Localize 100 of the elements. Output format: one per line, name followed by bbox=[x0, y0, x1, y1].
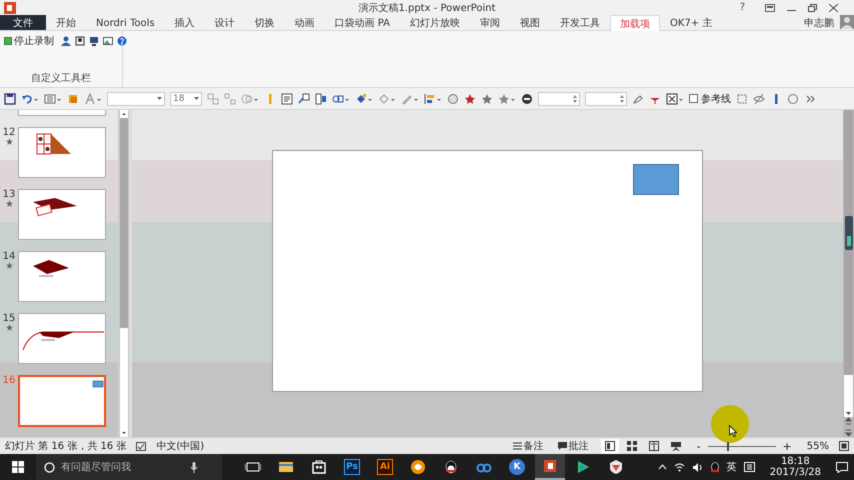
ribbon-tab[interactable]: 开始 bbox=[46, 15, 86, 30]
scroll-down-icon[interactable] bbox=[120, 429, 128, 437]
zoom-in-button[interactable]: + bbox=[780, 438, 794, 454]
ribbon-tab[interactable]: 视图 bbox=[510, 15, 550, 30]
view-button[interactable] bbox=[600, 438, 619, 454]
distribute-icon[interactable] bbox=[424, 92, 442, 104]
star-dropdown-icon[interactable] bbox=[498, 92, 516, 104]
stop-recording-button[interactable]: 停止录制 bbox=[4, 34, 54, 48]
slide-sorter-icon bbox=[626, 441, 637, 451]
save-icon[interactable] bbox=[4, 92, 16, 104]
font-size-field[interactable]: 18 bbox=[170, 92, 202, 106]
slide-thumbnail[interactable] bbox=[18, 110, 106, 116]
circle-icon[interactable] bbox=[447, 92, 459, 104]
taskbar-app-button[interactable] bbox=[535, 454, 565, 480]
language-indicator[interactable]: 中文(中国) bbox=[156, 439, 204, 453]
textbox-icon[interactable] bbox=[281, 92, 293, 104]
scroll-up-icon[interactable] bbox=[120, 110, 128, 118]
slide-canvas[interactable] bbox=[272, 150, 703, 392]
star-icon[interactable] bbox=[481, 92, 493, 104]
notification-icon[interactable] bbox=[836, 462, 848, 472]
ribbon-tab[interactable]: 设计 bbox=[204, 15, 245, 30]
ring-icon[interactable] bbox=[787, 92, 799, 104]
caret-icon[interactable] bbox=[194, 97, 199, 100]
dotted-square-icon[interactable] bbox=[736, 92, 748, 104]
side-widget-icon[interactable] bbox=[845, 216, 853, 250]
ribbon-tab[interactable]: 口袋动画 PA bbox=[324, 15, 400, 30]
chevron-up-icon[interactable] bbox=[658, 464, 667, 470]
screen-icon[interactable] bbox=[89, 36, 99, 46]
ribbon-tab[interactable]: 审阅 bbox=[470, 15, 510, 30]
restore-icon[interactable] bbox=[808, 4, 817, 12]
help-icon[interactable] bbox=[117, 36, 127, 46]
taskbar-app-button[interactable]: Ps bbox=[337, 454, 367, 480]
font-field[interactable] bbox=[107, 92, 165, 106]
ribbon-tab[interactable]: 切换 bbox=[244, 15, 285, 30]
slide-preview-drawing bbox=[32, 259, 70, 277]
ribbon-tab[interactable]: 文件 bbox=[0, 15, 46, 30]
guides-checkbox[interactable]: 参考线 bbox=[689, 92, 731, 106]
ribbon-tab[interactable]: Nordri Tools bbox=[86, 15, 165, 30]
previous-slide-icon[interactable] bbox=[844, 417, 853, 427]
ribbon-tab[interactable]: 动画 bbox=[284, 15, 325, 30]
user-name[interactable]: 申志鹏 bbox=[804, 15, 834, 30]
penguin-icon[interactable] bbox=[710, 462, 720, 472]
eye-off-icon[interactable] bbox=[753, 92, 765, 104]
notes-button[interactable]: 备注 bbox=[510, 438, 546, 454]
ribbon-tab[interactable]: OK7+ 主 bbox=[660, 15, 722, 30]
ribbon-tab[interactable]: 加载项 bbox=[610, 15, 660, 32]
taskbar-app-button[interactable]: K bbox=[502, 454, 532, 480]
spin-arrows-icon[interactable] bbox=[573, 94, 577, 102]
slide-number: 15 bbox=[2, 313, 16, 324]
brush-icon[interactable] bbox=[632, 92, 644, 104]
scroll-down-icon[interactable] bbox=[844, 409, 853, 417]
slide-thumbnail[interactable] bbox=[18, 127, 106, 178]
slideshow-icon bbox=[670, 441, 681, 451]
stop-icon[interactable] bbox=[521, 92, 533, 104]
grid-icon[interactable] bbox=[666, 92, 684, 104]
align-icon[interactable] bbox=[315, 92, 327, 104]
person-card-icon[interactable] bbox=[75, 36, 85, 46]
ribbon-tab[interactable]: 插入 bbox=[164, 15, 205, 30]
slide-thumbnail[interactable] bbox=[18, 251, 106, 302]
caret-icon[interactable] bbox=[157, 97, 162, 100]
height-spin-field[interactable] bbox=[585, 92, 627, 106]
help-button[interactable]: ? bbox=[740, 2, 745, 13]
ribbon-star-icon[interactable] bbox=[464, 92, 476, 104]
slide-thumbnail[interactable] bbox=[18, 375, 106, 427]
keyboard-icon[interactable] bbox=[744, 462, 755, 472]
spell-check-icon[interactable] bbox=[136, 442, 146, 450]
shape-fill-icon[interactable] bbox=[67, 92, 79, 104]
slide-preview-drawing bbox=[92, 380, 104, 388]
list-icon[interactable] bbox=[44, 92, 62, 104]
fit-to-window-icon[interactable] bbox=[839, 441, 849, 451]
taskbar-app-button[interactable]: Ai bbox=[370, 454, 400, 480]
folder-app-icon bbox=[278, 459, 294, 475]
slide-preview-drawing bbox=[36, 133, 72, 155]
slide-thumbnail[interactable] bbox=[18, 313, 106, 364]
search-icon bbox=[44, 462, 55, 472]
fill-bucket-icon[interactable] bbox=[355, 92, 373, 104]
shapes-icon[interactable] bbox=[332, 92, 350, 104]
comments-button[interactable]: 批注 bbox=[556, 438, 591, 454]
person-icon[interactable] bbox=[61, 36, 71, 46]
wifi-icon[interactable] bbox=[674, 462, 685, 472]
zoom-out-button[interactable]: - bbox=[694, 438, 703, 454]
taskbar-clock[interactable]: 18:18 2017/3/28 bbox=[770, 456, 821, 478]
ribbon-display-icon[interactable] bbox=[765, 4, 775, 12]
scrollbar-thumb[interactable] bbox=[120, 118, 128, 328]
undo-icon[interactable] bbox=[21, 92, 39, 104]
ribbon-tab[interactable]: 开发工具 bbox=[550, 15, 610, 30]
microphone-icon[interactable] bbox=[190, 462, 198, 472]
ribbon-tab[interactable]: 幻灯片放映 bbox=[400, 15, 470, 30]
more-icon[interactable] bbox=[804, 92, 816, 104]
windows-logo-icon[interactable] bbox=[12, 461, 24, 473]
picture-icon[interactable] bbox=[103, 36, 113, 46]
slide-thumbnail[interactable] bbox=[18, 189, 106, 240]
close-icon[interactable] bbox=[829, 4, 838, 12]
speaker-icon[interactable] bbox=[692, 462, 703, 472]
width-spin-field[interactable] bbox=[538, 92, 580, 106]
next-slide-icon[interactable] bbox=[844, 427, 853, 437]
search-field[interactable]: 有问题尽管问我 bbox=[36, 454, 222, 480]
zoom-level[interactable]: 55% bbox=[806, 440, 829, 452]
spin-arrows-icon[interactable] bbox=[620, 94, 624, 102]
input-method-indicator[interactable]: 英 bbox=[726, 460, 737, 474]
